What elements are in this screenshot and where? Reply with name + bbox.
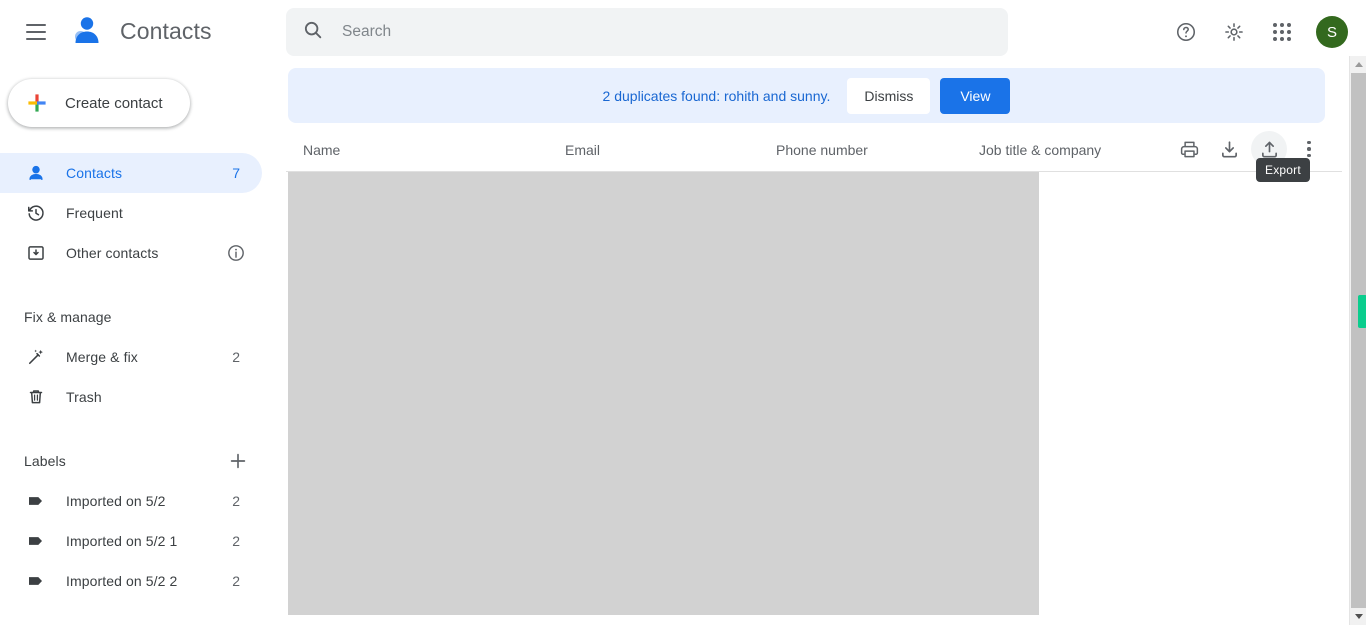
top-right-actions: S	[1166, 12, 1352, 52]
view-button[interactable]: View	[940, 77, 1011, 114]
contacts-list-placeholder	[288, 172, 1039, 615]
sidebar-item-contacts[interactable]: Contacts 7	[0, 153, 262, 193]
labels-heading: Labels	[24, 453, 66, 469]
label-tag-icon	[24, 569, 48, 593]
google-plus-icon	[25, 91, 49, 115]
triangle-up-glyph	[1354, 62, 1363, 67]
import-download-icon[interactable]	[1211, 131, 1247, 167]
sidebar-item-count: 7	[232, 165, 240, 181]
sidebar-item-label: Contacts	[66, 165, 123, 181]
labels-heading-row: Labels	[0, 441, 286, 481]
column-header-job[interactable]: Job title & company	[979, 142, 1101, 158]
sidebar-item-label-0[interactable]: Imported on 5/2 2	[0, 481, 262, 521]
sidebar-item-label: Imported on 5/2	[66, 493, 166, 509]
create-contact-button[interactable]: Create contact	[8, 79, 190, 127]
column-header-name[interactable]: Name	[303, 142, 340, 158]
sidebar-item-other-contacts[interactable]: Other contacts	[0, 233, 262, 273]
column-header-email[interactable]: Email	[565, 142, 600, 158]
sidebar-item-label-2[interactable]: Imported on 5/2 2 2	[0, 561, 262, 601]
sidebar-item-trash[interactable]: Trash	[0, 377, 262, 417]
sidebar-item-label: Frequent	[66, 205, 123, 221]
label-tag-icon	[24, 529, 48, 553]
hamburger-bar	[26, 38, 46, 40]
triangle-up-icon[interactable]	[1350, 56, 1366, 73]
page-title: Contacts	[120, 18, 212, 44]
triangle-down-glyph	[1354, 614, 1363, 619]
apps-grid-dots	[1273, 23, 1291, 41]
hamburger-icon[interactable]	[20, 16, 52, 48]
sidebar-item-label-1[interactable]: Imported on 5/2 1 2	[0, 521, 262, 561]
scrollbar-thumb[interactable]	[1358, 295, 1366, 328]
contacts-logo-icon	[68, 12, 106, 50]
info-icon[interactable]	[226, 243, 246, 263]
hamburger-bar	[26, 31, 46, 33]
plus-icon[interactable]	[226, 449, 250, 473]
sidebar-item-label: Other contacts	[66, 245, 159, 261]
contacts-app: Contacts Search S Create contact Contact…	[0, 0, 1366, 625]
vertical-scrollbar[interactable]	[1349, 56, 1366, 625]
archive-box-icon	[24, 241, 48, 265]
contacts-table-header: Name Email Phone number Job title & comp…	[286, 128, 1342, 172]
create-contact-label: Create contact	[65, 94, 163, 112]
person-icon	[24, 161, 48, 185]
sidebar-item-label: Imported on 5/2 2	[66, 573, 178, 589]
sidebar-item-label: Merge & fix	[66, 349, 138, 365]
hamburger-bar	[26, 24, 46, 26]
sidebar-item-count: 2	[232, 349, 240, 365]
brand[interactable]: Contacts	[68, 12, 212, 50]
triangle-down-icon[interactable]	[1350, 608, 1366, 625]
search-bar[interactable]	[286, 8, 1008, 56]
sidebar-item-merge-fix[interactable]: Merge & fix 2	[0, 337, 262, 377]
duplicates-banner: 2 duplicates found: rohith and sunny. Di…	[288, 68, 1325, 123]
help-icon[interactable]	[1166, 12, 1206, 52]
trash-icon	[24, 385, 48, 409]
avatar[interactable]: S	[1316, 16, 1348, 48]
scrollbar-track[interactable]	[1351, 73, 1366, 608]
duplicates-banner-message: 2 duplicates found: rohith and sunny.	[602, 87, 831, 104]
export-tooltip: Export	[1256, 158, 1310, 182]
printer-icon[interactable]	[1171, 131, 1207, 167]
fix-manage-heading: Fix & manage	[24, 309, 112, 325]
magic-wand-icon	[24, 345, 48, 369]
sidebar-nav: Contacts 7 Frequent Other contacts Fix &…	[0, 153, 286, 601]
search-input[interactable]	[342, 17, 962, 47]
apps-grid-icon[interactable]	[1262, 12, 1302, 52]
sidebar: Create contact Contacts 7 Frequent Other…	[0, 64, 286, 625]
sidebar-item-count: 2	[232, 573, 240, 589]
dismiss-button[interactable]: Dismiss	[847, 77, 931, 114]
sidebar-item-label: Imported on 5/2 1	[66, 533, 178, 549]
column-header-phone[interactable]: Phone number	[776, 142, 868, 158]
history-icon	[24, 201, 48, 225]
sidebar-item-label: Trash	[66, 389, 102, 405]
kebab-dots	[1307, 140, 1311, 158]
sidebar-item-frequent[interactable]: Frequent	[0, 193, 262, 233]
search-icon	[302, 19, 324, 46]
sidebar-item-count: 2	[232, 493, 240, 509]
gear-icon[interactable]	[1214, 12, 1254, 52]
top-bar: Contacts Search S	[0, 0, 1366, 64]
label-tag-icon	[24, 489, 48, 513]
sidebar-item-count: 2	[232, 533, 240, 549]
